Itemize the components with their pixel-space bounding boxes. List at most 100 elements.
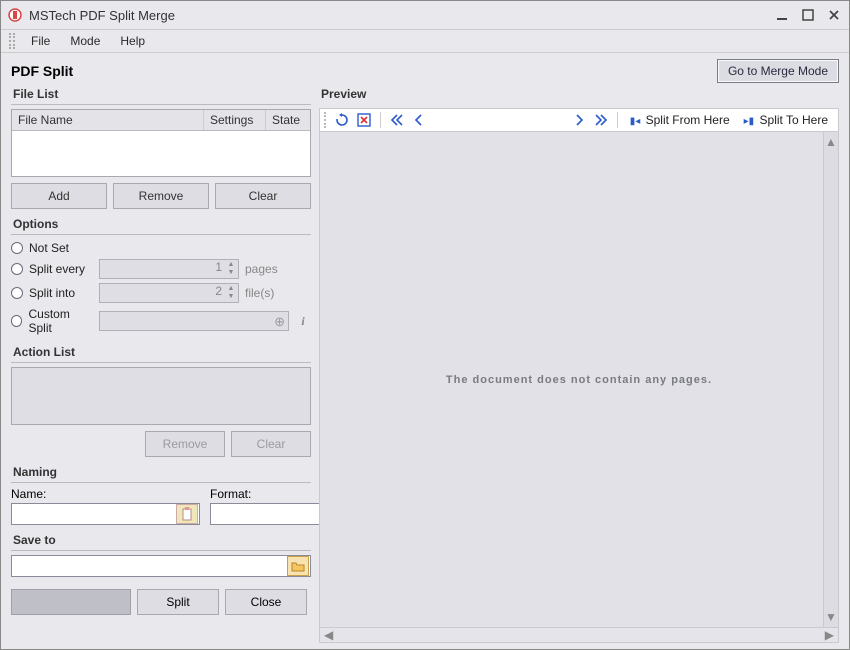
horizontal-scrollbar[interactable]: ◀▶ bbox=[319, 628, 839, 643]
window-controls bbox=[773, 6, 843, 24]
action-list-section: Action List Remove Clear bbox=[11, 343, 311, 457]
split-button[interactable]: Split bbox=[137, 589, 219, 615]
remove-button[interactable]: Remove bbox=[113, 183, 209, 209]
action-clear-button[interactable]: Clear bbox=[231, 431, 311, 457]
menubar-grip-icon bbox=[9, 33, 15, 49]
radio-icon[interactable] bbox=[11, 287, 23, 299]
split-every-input[interactable]: 1 ▲▼ bbox=[99, 259, 239, 279]
folder-icon bbox=[291, 560, 305, 572]
menu-bar: File Mode Help bbox=[1, 29, 849, 53]
option-label: Split into bbox=[29, 286, 75, 300]
split-into-input[interactable]: 2 ▲▼ bbox=[99, 283, 239, 303]
option-label: Not Set bbox=[29, 241, 69, 255]
clipboard-icon bbox=[181, 507, 193, 521]
file-list-section: File List File Name Settings State Add R… bbox=[11, 85, 311, 209]
custom-split-input[interactable]: ⊕ bbox=[99, 311, 289, 331]
split-every-suffix: pages bbox=[245, 262, 278, 276]
cancel-preview-button[interactable] bbox=[354, 110, 374, 130]
naming-header: Naming bbox=[11, 463, 311, 483]
options-header: Options bbox=[11, 215, 311, 235]
option-split-every[interactable]: Split every 1 ▲▼ pages bbox=[11, 257, 311, 281]
spinner-icon[interactable]: ▲▼ bbox=[225, 261, 237, 277]
toolbar-grip-icon bbox=[324, 112, 328, 128]
chevron-left-icon bbox=[412, 113, 426, 127]
col-state[interactable]: State bbox=[266, 110, 310, 130]
menu-mode[interactable]: Mode bbox=[60, 32, 110, 50]
col-file-name[interactable]: File Name bbox=[12, 110, 204, 130]
option-not-set[interactable]: Not Set bbox=[11, 239, 311, 257]
split-from-here-button[interactable]: ▮◂ Split From Here bbox=[624, 113, 736, 127]
chevron-right-icon bbox=[572, 113, 586, 127]
prev-page-button[interactable] bbox=[409, 110, 429, 130]
last-page-button[interactable] bbox=[591, 110, 611, 130]
progress-bar bbox=[11, 589, 131, 615]
split-every-value: 1 bbox=[215, 260, 222, 274]
split-into-suffix: file(s) bbox=[245, 286, 274, 300]
marker-start-icon: ▮◂ bbox=[630, 116, 641, 127]
toolbar-separator bbox=[380, 112, 381, 128]
split-into-value: 2 bbox=[215, 284, 222, 298]
naming-section: Naming Name: Format: bbox=[11, 463, 311, 525]
close-app-button[interactable]: Close bbox=[225, 589, 307, 615]
file-list-header: File List bbox=[11, 85, 311, 105]
add-button[interactable]: Add bbox=[11, 183, 107, 209]
radio-icon[interactable] bbox=[11, 315, 22, 327]
window-title: MSTech PDF Split Merge bbox=[29, 8, 773, 23]
option-split-into[interactable]: Split into 2 ▲▼ file(s) bbox=[11, 281, 311, 305]
name-input[interactable] bbox=[12, 504, 175, 524]
file-list-table[interactable]: File Name Settings State bbox=[11, 109, 311, 177]
col-settings[interactable]: Settings bbox=[204, 110, 266, 130]
options-section: Options Not Set Split every 1 ▲▼ pages bbox=[11, 215, 311, 337]
info-icon[interactable]: i bbox=[295, 314, 311, 329]
next-page-button[interactable] bbox=[569, 110, 589, 130]
toolbar-separator bbox=[617, 112, 618, 128]
first-page-button[interactable] bbox=[387, 110, 407, 130]
name-input-wrap bbox=[11, 503, 200, 525]
page-header: PDF Split Go to Merge Mode bbox=[1, 53, 849, 85]
refresh-button[interactable] bbox=[332, 110, 352, 130]
file-list-buttons: Add Remove Clear bbox=[11, 183, 311, 209]
action-list-box[interactable] bbox=[11, 367, 311, 425]
title-bar: MSTech PDF Split Merge bbox=[1, 1, 849, 29]
name-label: Name: bbox=[11, 487, 200, 501]
refresh-icon bbox=[335, 113, 349, 127]
page-title: PDF Split bbox=[11, 63, 73, 79]
naming-name-col: Name: bbox=[11, 487, 200, 525]
option-custom-split[interactable]: Custom Split ⊕ i bbox=[11, 305, 311, 337]
action-list-buttons: Remove Clear bbox=[11, 431, 311, 457]
spinner-icon[interactable]: ▲▼ bbox=[225, 285, 237, 301]
browse-folder-button[interactable] bbox=[287, 556, 309, 576]
save-to-input-wrap bbox=[11, 555, 311, 577]
cancel-icon bbox=[357, 113, 371, 127]
menu-help[interactable]: Help bbox=[110, 32, 155, 50]
radio-icon[interactable] bbox=[11, 263, 23, 275]
bottom-bar: Split Close bbox=[11, 589, 311, 615]
file-list-columns: File Name Settings State bbox=[12, 110, 310, 131]
vertical-scrollbar[interactable]: ▲▼ bbox=[823, 132, 838, 627]
maximize-button[interactable] bbox=[799, 6, 817, 24]
split-to-here-button[interactable]: ▸▮ Split To Here bbox=[738, 113, 834, 127]
main-area: File List File Name Settings State Add R… bbox=[1, 85, 849, 649]
clear-button[interactable]: Clear bbox=[215, 183, 311, 209]
preview-panel: Preview bbox=[319, 85, 839, 643]
save-to-header: Save to bbox=[11, 531, 311, 551]
preview-header: Preview bbox=[319, 85, 839, 104]
menu-file[interactable]: File bbox=[21, 32, 60, 50]
double-chevron-left-icon bbox=[390, 113, 404, 127]
clipboard-button[interactable] bbox=[176, 504, 198, 524]
file-list-body[interactable] bbox=[12, 131, 310, 176]
action-remove-button[interactable]: Remove bbox=[145, 431, 225, 457]
minimize-button[interactable] bbox=[773, 6, 791, 24]
save-to-input[interactable] bbox=[12, 556, 286, 576]
app-icon bbox=[7, 7, 23, 23]
action-list-header: Action List bbox=[11, 343, 311, 363]
save-to-section: Save to bbox=[11, 531, 311, 577]
preview-viewport[interactable]: The document does not contain any pages.… bbox=[319, 132, 839, 628]
go-to-merge-mode-button[interactable]: Go to Merge Mode bbox=[717, 59, 839, 83]
option-label: Split every bbox=[29, 262, 85, 276]
option-label: Custom Split bbox=[28, 307, 93, 335]
radio-icon[interactable] bbox=[11, 242, 23, 254]
plus-icon[interactable]: ⊕ bbox=[274, 314, 285, 330]
close-button[interactable] bbox=[825, 6, 843, 24]
preview-empty-message: The document does not contain any pages. bbox=[446, 374, 712, 386]
